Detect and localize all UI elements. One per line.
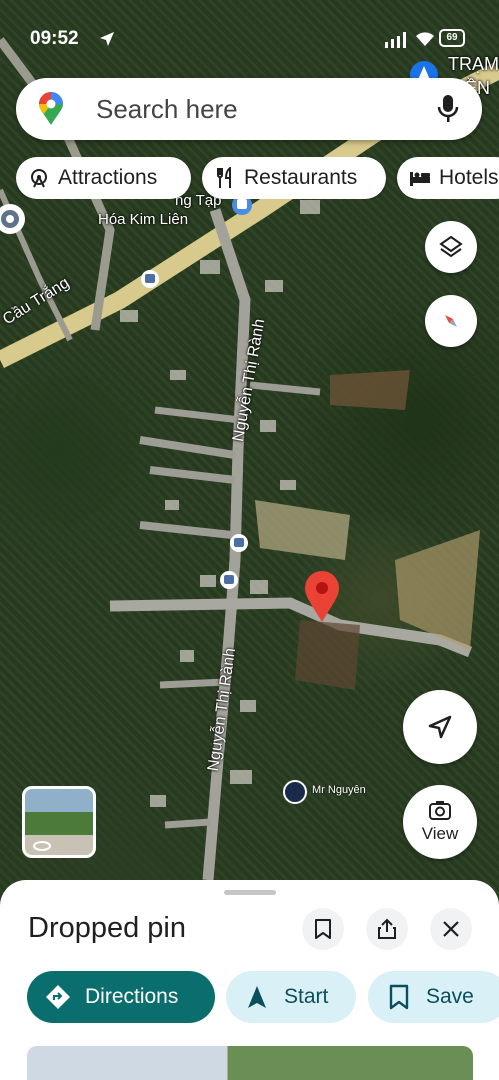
street-view-thumbnail[interactable]	[22, 786, 96, 858]
chip-hotels[interactable]: Hotels	[397, 157, 499, 199]
ferris-wheel-icon	[31, 169, 47, 188]
layers-icon	[439, 235, 463, 258]
battery-indicator: 69	[439, 29, 465, 47]
save-label: Save	[426, 985, 474, 1008]
view-button[interactable]: View	[403, 785, 477, 859]
place-photo[interactable]	[27, 1046, 473, 1080]
save-button[interactable]: Save	[368, 971, 499, 1023]
directions-icon	[46, 985, 70, 1009]
view-button-label: View	[421, 824, 459, 843]
compass-button[interactable]	[425, 295, 477, 347]
directions-button[interactable]: Directions	[27, 971, 215, 1023]
place-bottom-sheet[interactable]: Dropped pin Directions Start Save	[0, 880, 499, 1080]
navigation-arrow-icon	[248, 986, 266, 1008]
bookmark-icon	[315, 919, 331, 939]
share-icon	[378, 918, 396, 939]
tram-label-line1: TRẠM	[448, 54, 499, 74]
category-chips: Attractions Restaurants Hotels	[16, 157, 499, 199]
user-avatar-marker[interactable]	[283, 780, 307, 804]
place-title: Dropped pin	[28, 912, 186, 944]
share-button[interactable]	[366, 908, 408, 950]
chip-restaurants[interactable]: Restaurants	[202, 157, 386, 199]
bed-icon	[410, 172, 430, 186]
search-input[interactable]: Search here	[96, 94, 238, 125]
fork-knife-icon	[217, 167, 231, 188]
drag-handle[interactable]	[224, 890, 276, 895]
close-button[interactable]	[430, 908, 472, 950]
compass-icon	[445, 315, 457, 327]
bookmark-button[interactable]	[302, 908, 344, 950]
chip-attractions-label: Attractions	[58, 166, 158, 189]
search-bar[interactable]: Search here	[16, 78, 482, 140]
microphone-icon[interactable]	[436, 94, 460, 124]
navigation-arrow-icon	[428, 715, 452, 739]
shop-label-line2: Hóa Kim Liên	[98, 211, 189, 228]
close-icon	[443, 921, 459, 937]
action-buttons-row: Directions Start Save	[27, 971, 499, 1023]
chip-hotels-label: Hotels	[439, 166, 499, 189]
start-button[interactable]: Start	[226, 971, 356, 1023]
status-bar: 09:52 69	[30, 26, 479, 52]
bookmark-icon	[389, 984, 409, 1010]
location-arrow-icon	[100, 32, 114, 46]
camera-icon	[429, 801, 451, 820]
start-label: Start	[284, 985, 329, 1008]
status-time: 09:52	[30, 28, 79, 49]
directions-label: Directions	[85, 985, 179, 1008]
rotate-360-icon	[33, 841, 51, 851]
chip-restaurants-label: Restaurants	[244, 166, 358, 189]
layers-button[interactable]	[425, 221, 477, 273]
chip-attractions[interactable]: Attractions	[16, 157, 191, 199]
user-marker-label: Mr Nguyên	[312, 784, 366, 796]
wifi-icon	[416, 32, 434, 46]
my-location-button[interactable]	[403, 690, 477, 764]
google-maps-logo-icon	[39, 92, 63, 125]
signal-icon	[385, 32, 406, 48]
